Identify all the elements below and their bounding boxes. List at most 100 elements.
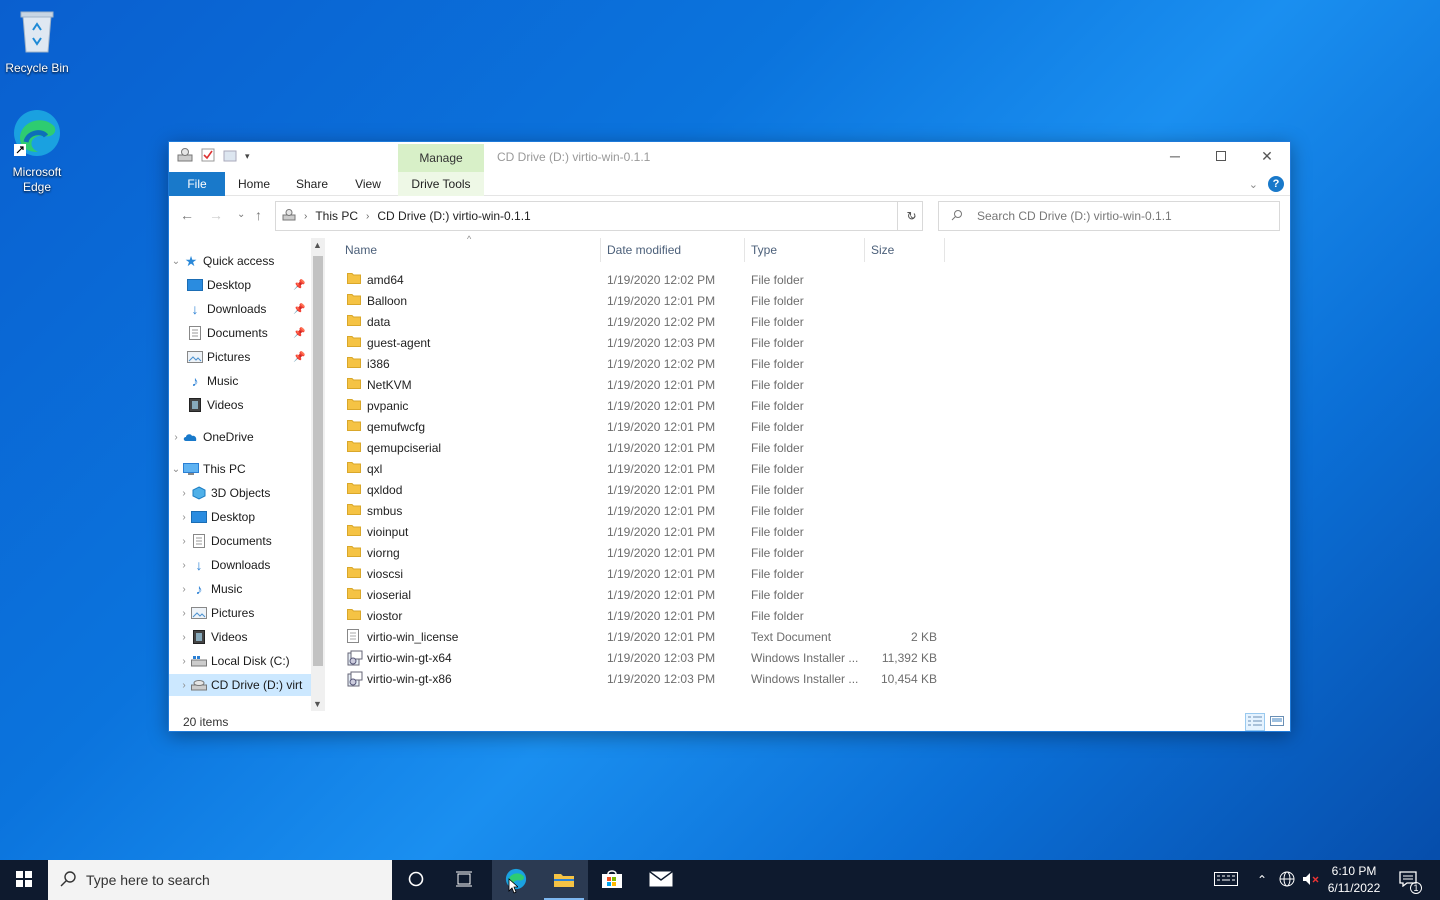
maximize-button[interactable] xyxy=(1198,142,1244,170)
taskbar-search-box[interactable]: Type here to search xyxy=(48,860,392,900)
action-center-button[interactable]: 1 xyxy=(1392,860,1424,900)
properties-icon[interactable] xyxy=(201,148,215,165)
nav-pc-cd-drive[interactable]: › CD Drive (D:) virt xyxy=(169,674,311,696)
taskbar-edge-button[interactable] xyxy=(492,860,540,900)
file-row[interactable]: virtio-win_license 1/19/2020 12:01 PM Text… xyxy=(339,626,1114,647)
taskbar-store-button[interactable] xyxy=(588,860,636,900)
chevron-right-icon[interactable]: › xyxy=(177,560,191,571)
start-button[interactable] xyxy=(0,860,48,900)
chevron-right-icon[interactable]: › xyxy=(177,488,191,499)
scroll-down-icon[interactable]: ▼ xyxy=(313,699,322,709)
nav-pc-downloads[interactable]: › ↓ Downloads xyxy=(169,554,311,576)
system-clock[interactable]: 6:10 PM 6/11/2022 xyxy=(1322,863,1386,897)
nav-qa-videos[interactable]: Videos xyxy=(169,394,311,416)
file-row[interactable]: amd64 1/19/2020 12:02 PM File folder xyxy=(339,269,1114,290)
chevron-down-icon[interactable]: ⌄ xyxy=(169,256,183,267)
nav-pc-desktop[interactable]: › Desktop xyxy=(169,506,311,528)
recycle-bin-desktop-icon[interactable]: Recycle Bin xyxy=(0,8,74,76)
breadcrumb-this-pc[interactable]: This PC xyxy=(315,209,358,223)
new-folder-icon[interactable] xyxy=(223,148,237,165)
chevron-right-icon[interactable]: › xyxy=(177,632,191,643)
scroll-up-icon[interactable]: ▲ xyxy=(313,240,322,250)
file-row[interactable]: smbus 1/19/2020 12:01 PM File folder xyxy=(339,500,1114,521)
file-row[interactable]: virtio-win-gt-x64 1/19/2020 12:03 PM Windo… xyxy=(339,647,1114,668)
keyboard-layout-tray[interactable] xyxy=(1210,860,1242,900)
recent-locations-icon[interactable]: ⌄ xyxy=(237,209,245,220)
file-row[interactable]: vioserial 1/19/2020 12:01 PM File folder xyxy=(339,584,1114,605)
search-input[interactable]: Search CD Drive (D:) virtio-win-0.1.1 xyxy=(938,201,1280,231)
forward-arrow-icon[interactable]: → xyxy=(209,207,223,223)
taskbar-file-explorer-button[interactable] xyxy=(540,860,588,900)
tab-home[interactable]: Home xyxy=(229,172,279,196)
nav-pc-3d-objects[interactable]: › 3D Objects xyxy=(169,482,311,504)
column-header-name[interactable]: Name ^ xyxy=(339,234,601,262)
file-row[interactable]: viorng 1/19/2020 12:01 PM File folder xyxy=(339,542,1114,563)
task-view-button[interactable] xyxy=(440,860,488,900)
nav-qa-music[interactable]: ♪ Music xyxy=(169,370,311,392)
nav-pc-music[interactable]: › ♪ Music xyxy=(169,578,311,600)
drive-icon[interactable] xyxy=(177,148,193,165)
file-row[interactable]: i386 1/19/2020 12:02 PM File folder xyxy=(339,353,1114,374)
nav-onedrive[interactable]: › OneDrive xyxy=(169,426,311,448)
details-view-button[interactable] xyxy=(1245,713,1265,731)
chevron-right-icon[interactable]: › xyxy=(169,432,183,443)
file-row[interactable]: qxldod 1/19/2020 12:01 PM File folder xyxy=(339,479,1114,500)
breadcrumb-cd-drive[interactable]: CD Drive (D:) virtio-win-0.1.1 xyxy=(377,209,530,223)
file-row[interactable]: qemufwcfg 1/19/2020 12:01 PM File folder xyxy=(339,416,1114,437)
nav-qa-pictures[interactable]: Pictures 📌 xyxy=(169,346,311,368)
chevron-right-icon[interactable]: › xyxy=(177,536,191,547)
network-tray[interactable] xyxy=(1276,860,1298,900)
up-arrow-icon[interactable]: ↑ xyxy=(255,207,262,223)
file-row[interactable]: virtio-win-gt-x86 1/19/2020 12:03 PM Windo… xyxy=(339,668,1114,689)
file-row[interactable]: guest-agent 1/19/2020 12:03 PM File folder xyxy=(339,332,1114,353)
help-icon[interactable]: ? xyxy=(1268,176,1284,192)
column-header-date[interactable]: Date modified xyxy=(601,238,745,262)
nav-pane-scrollbar[interactable]: ▲ ▼ xyxy=(311,238,325,711)
nav-pc-local-disk[interactable]: › Local Disk (C:) xyxy=(169,650,311,672)
file-row[interactable]: pvpanic 1/19/2020 12:01 PM File folder xyxy=(339,395,1114,416)
chevron-right-icon[interactable]: › xyxy=(177,584,191,595)
chevron-right-icon[interactable]: › xyxy=(177,656,191,667)
file-row[interactable]: qxl 1/19/2020 12:01 PM File folder xyxy=(339,458,1114,479)
large-icons-view-button[interactable] xyxy=(1267,713,1287,731)
pin-icon[interactable]: 📌 xyxy=(293,328,305,339)
file-row[interactable]: Balloon 1/19/2020 12:01 PM File folder xyxy=(339,290,1114,311)
file-row[interactable]: vioscsi 1/19/2020 12:01 PM File folder xyxy=(339,563,1114,584)
file-row[interactable]: data 1/19/2020 12:02 PM File folder xyxy=(339,311,1114,332)
title-bar[interactable]: ▾ Manage CD Drive (D:) virtio-win-0.1.1 … xyxy=(169,142,1290,172)
customize-qat-icon[interactable]: ▾ xyxy=(245,151,250,162)
tab-drive-tools[interactable]: Drive Tools xyxy=(398,172,484,196)
back-arrow-icon[interactable]: ← xyxy=(180,207,194,223)
nav-pc-pictures[interactable]: › Pictures xyxy=(169,602,311,624)
tab-file[interactable]: File xyxy=(169,172,225,196)
address-bar[interactable]: › This PC › CD Drive (D:) virtio-win-0.1… xyxy=(275,201,923,231)
nav-this-pc[interactable]: ⌄ This PC xyxy=(169,458,311,480)
nav-quick-access[interactable]: ⌄ ★ Quick access xyxy=(169,250,311,272)
scrollbar-thumb[interactable] xyxy=(313,256,323,666)
tab-view[interactable]: View xyxy=(347,172,389,196)
file-row[interactable]: NetKVM 1/19/2020 12:01 PM File folder xyxy=(339,374,1114,395)
nav-pc-documents[interactable]: › Documents xyxy=(169,530,311,552)
close-button[interactable]: ✕ xyxy=(1244,142,1290,170)
refresh-button[interactable]: ↻ xyxy=(897,201,925,231)
cortana-button[interactable] xyxy=(392,860,440,900)
pin-icon[interactable]: 📌 xyxy=(293,304,305,315)
chevron-down-icon[interactable]: ⌄ xyxy=(169,464,183,475)
pin-icon[interactable]: 📌 xyxy=(293,280,305,291)
chevron-right-icon[interactable]: › xyxy=(177,512,191,523)
file-row[interactable]: vioinput 1/19/2020 12:01 PM File folder xyxy=(339,521,1114,542)
edge-desktop-icon[interactable]: Microsoft Edge xyxy=(0,108,74,195)
volume-tray[interactable] xyxy=(1300,860,1322,900)
nav-qa-desktop[interactable]: Desktop 📌 xyxy=(169,274,311,296)
show-hidden-icons-button[interactable]: ⌃ xyxy=(1252,860,1272,900)
minimize-button[interactable]: ─ xyxy=(1152,142,1198,170)
nav-qa-documents[interactable]: Documents 📌 xyxy=(169,322,311,344)
column-header-size[interactable]: Size xyxy=(865,238,945,262)
pin-icon[interactable]: 📌 xyxy=(293,352,305,363)
file-row[interactable]: viostor 1/19/2020 12:01 PM File folder xyxy=(339,605,1114,626)
file-row[interactable]: qemupciserial 1/19/2020 12:01 PM File fold… xyxy=(339,437,1114,458)
tab-share[interactable]: Share xyxy=(289,172,335,196)
nav-pc-videos[interactable]: › Videos xyxy=(169,626,311,648)
chevron-right-icon[interactable]: › xyxy=(177,608,191,619)
taskbar-mail-button[interactable] xyxy=(637,860,685,900)
